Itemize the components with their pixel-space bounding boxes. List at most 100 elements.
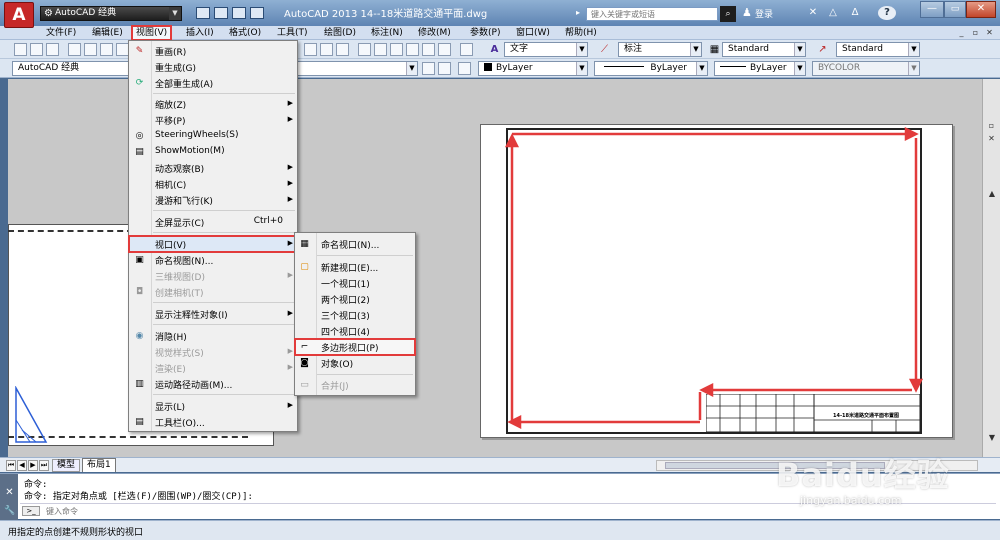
search-input[interactable] [586, 7, 718, 21]
menu-help[interactable]: 帮助(H) [565, 27, 597, 39]
last-tab-icon[interactable]: ⏭ [39, 460, 49, 471]
menu-item-3d-views[interactable]: 三维视图(D) ▶ [129, 268, 297, 284]
help-icon[interactable] [460, 43, 473, 56]
open-file-icon[interactable] [214, 7, 228, 19]
menu-item-annotative-objects[interactable]: 显示注释性对象(I) ▶ [129, 306, 297, 322]
scroll-down-icon[interactable]: ▼ [986, 433, 998, 443]
scroll-thumb[interactable] [665, 462, 885, 469]
tool-palettes-icon[interactable] [390, 43, 403, 56]
menu-item-toolbars[interactable]: ▤ 工具栏(O)... [129, 414, 297, 430]
scroll-up-icon[interactable]: ▲ [986, 189, 998, 199]
first-tab-icon[interactable]: ⏮ [6, 460, 16, 471]
workspace-settings-icon[interactable] [422, 62, 435, 75]
command-window-handle[interactable]: ✕ 🔧 [0, 474, 18, 520]
multileader-style-icon[interactable]: ↗ [816, 43, 829, 56]
zoom-previous-icon[interactable] [336, 43, 349, 56]
next-tab-icon[interactable]: ▶ [28, 460, 38, 471]
new-file-icon[interactable] [196, 7, 210, 19]
tab-model[interactable]: 模型 [52, 459, 81, 472]
menu-item-motion-path[interactable]: ▥ 运动路径动画(M)... [129, 376, 297, 392]
wrench-icon[interactable]: 🔧 [4, 506, 15, 517]
customize-icon[interactable] [438, 62, 451, 75]
menu-item-hide[interactable]: ◉ 消隐(H) [129, 328, 297, 344]
menu-item-display[interactable]: 显示(L) ▶ [129, 398, 297, 414]
properties-icon[interactable] [358, 43, 371, 56]
doc-close-icon[interactable]: ✕ [984, 27, 995, 38]
menu-item-zoom[interactable]: 缩放(Z) ▶ [129, 96, 297, 112]
menu-modify[interactable]: 修改(M) [418, 27, 451, 39]
submenu-item-join[interactable]: ▭ 合并(J) [295, 377, 415, 393]
doc-minimize-icon[interactable]: _ [956, 27, 967, 38]
save-icon[interactable] [46, 43, 59, 56]
submenu-item-new-viewports[interactable]: ▢ 新建视口(E)... [295, 259, 415, 275]
submenu-item-four-viewports[interactable]: 四个视口(4) [295, 323, 415, 339]
table-style-icon[interactable]: ▦ [708, 43, 721, 56]
menu-item-fullscreen[interactable]: 全屏显示(C) Ctrl+0 [129, 214, 297, 230]
plot-icon[interactable] [68, 43, 81, 56]
sheet-set-icon[interactable] [406, 43, 419, 56]
maximize-button[interactable]: ▭ [944, 1, 966, 18]
restore-icon[interactable]: ▫ [986, 120, 997, 131]
exchange-icon[interactable]: ✕ [806, 6, 820, 20]
login-link[interactable]: 登录 [755, 7, 773, 20]
menu-item-steeringwheels[interactable]: ◎ SteeringWheels(S) [129, 128, 297, 144]
menu-edit[interactable]: 编辑(E) [92, 27, 123, 39]
close-button[interactable]: ✕ [966, 1, 996, 18]
autodesk-360-icon[interactable]: △ [826, 6, 840, 20]
menu-item-named-views[interactable]: ▣ 命名视图(N)... [129, 252, 297, 268]
search-icon[interactable]: ⌕ [720, 6, 736, 22]
menu-draw[interactable]: 绘图(D) [324, 27, 356, 39]
linetype-select[interactable]: ByLayer ▼ [594, 61, 708, 76]
save-icon[interactable] [232, 7, 246, 19]
menu-insert[interactable]: 插入(I) [186, 27, 214, 39]
submenu-item-one-viewport[interactable]: 一个视口(1) [295, 275, 415, 291]
autodesk-icon[interactable]: Δ [848, 6, 862, 20]
minimize-button[interactable]: — [920, 1, 944, 18]
quickcalc-icon[interactable] [438, 43, 451, 56]
menu-item-pan[interactable]: 平移(P) ▶ [129, 112, 297, 128]
menu-window[interactable]: 窗口(W) [516, 27, 550, 39]
menu-item-camera[interactable]: 相机(C) ▶ [129, 176, 297, 192]
command-input[interactable] [46, 505, 946, 517]
undo-icon[interactable] [250, 7, 264, 19]
close-icon[interactable]: ✕ [4, 487, 15, 498]
submenu-item-three-viewports[interactable]: 三个视口(3) [295, 307, 415, 323]
submenu-item-object[interactable]: ◙ 对象(O) [295, 355, 415, 371]
zoom-realtime-icon[interactable] [304, 43, 317, 56]
menu-dimension[interactable]: 标注(N) [371, 27, 403, 39]
menu-view[interactable]: 视图(V) [130, 25, 173, 41]
lineweight-select[interactable]: ByLayer ▼ [714, 61, 806, 76]
markup-icon[interactable] [422, 43, 435, 56]
preview-icon[interactable] [84, 43, 97, 56]
zoom-window-icon[interactable] [320, 43, 333, 56]
tab-layout1[interactable]: 布局1 [82, 458, 116, 472]
menu-file[interactable]: 文件(F) [46, 27, 76, 39]
menu-item-visual-styles[interactable]: 视觉样式(S) ▶ [129, 344, 297, 360]
menu-item-render[interactable]: 渲染(E) ▶ [129, 360, 297, 376]
submenu-item-polygonal-viewport[interactable]: ⌐ 多边形视口(P) [294, 338, 416, 356]
submenu-item-named-viewports[interactable]: ▦ 命名视口(N)... [295, 236, 415, 252]
menu-item-regenall[interactable]: ⟳ 全部重生成(A) [129, 75, 297, 91]
menu-format[interactable]: 格式(O) [229, 27, 261, 39]
open-icon[interactable] [30, 43, 43, 56]
menu-item-redraw[interactable]: ✎ 重画(R) [129, 43, 297, 59]
user-icon[interactable]: ♟ [742, 7, 754, 19]
color-select[interactable]: ByLayer ▼ [478, 61, 588, 76]
multileader-style-select[interactable]: Standard ▼ [836, 42, 920, 57]
publish-icon[interactable] [100, 43, 113, 56]
prev-tab-icon[interactable]: ◀ [17, 460, 27, 471]
menu-parametric[interactable]: 参数(P) [470, 27, 500, 39]
menu-item-regen[interactable]: 重生成(G) [129, 59, 297, 75]
menu-item-orbit[interactable]: 动态观察(B) ▶ [129, 160, 297, 176]
doc-restore-icon[interactable]: ▫ [970, 27, 981, 38]
close-icon[interactable]: ✕ [986, 133, 997, 144]
table-style-select[interactable]: Standard ▼ [722, 42, 806, 57]
qnew-icon[interactable] [14, 43, 27, 56]
menu-item-showmotion[interactable]: ▤ ShowMotion(M) [129, 144, 297, 160]
workspace-switcher[interactable]: ⚙ AutoCAD 经典 ▼ [40, 6, 182, 21]
menu-item-create-camera[interactable]: ◘ 创建相机(T) [129, 284, 297, 300]
application-menu-button[interactable]: A [4, 2, 34, 28]
command-prompt-icon[interactable]: >_ [22, 506, 40, 516]
submenu-item-two-viewports[interactable]: 两个视口(2) [295, 291, 415, 307]
horizontal-scrollbar[interactable] [656, 460, 978, 471]
